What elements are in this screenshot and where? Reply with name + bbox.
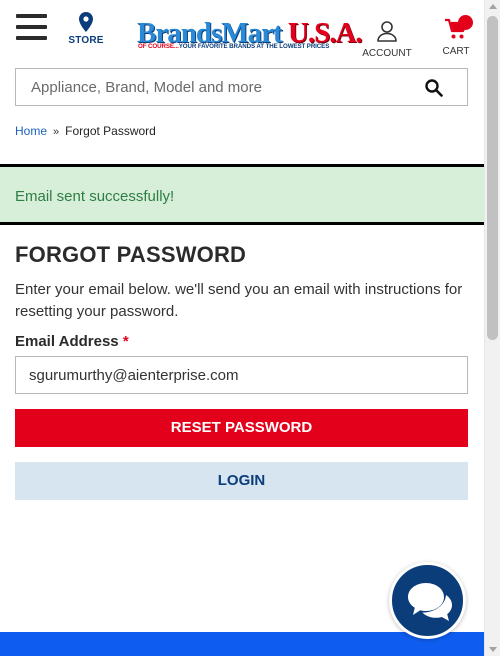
account-label: ACCOUNT	[362, 48, 412, 59]
logo-tagline: OF COURSE...YOUR FAVORITE BRANDS AT THE …	[138, 43, 329, 50]
scrollbar-thumb[interactable]	[487, 16, 498, 340]
menu-bar	[16, 36, 47, 40]
brandsmart-logo[interactable]: BrandsMart U.S.A. OF COURSE...YOUR FAVOR…	[137, 18, 363, 54]
search-icon[interactable]	[425, 79, 443, 97]
site-header: STORE BrandsMart U.S.A. OF COURSE...YOUR…	[0, 0, 484, 66]
store-locator-button[interactable]: STORE	[66, 12, 106, 52]
breadcrumb: Home » Forgot Password	[15, 124, 156, 138]
menu-bar	[16, 14, 47, 18]
required-marker: *	[122, 333, 129, 350]
email-field[interactable]	[15, 356, 468, 394]
cart-badge	[458, 15, 473, 30]
cart-label: CART	[442, 46, 470, 57]
menu-bar	[16, 25, 47, 29]
hamburger-menu-icon[interactable]	[16, 14, 47, 40]
scroll-up-arrow-icon[interactable]	[489, 4, 497, 9]
breadcrumb-separator: »	[53, 126, 60, 138]
search-input[interactable]	[16, 69, 416, 105]
map-pin-icon	[79, 12, 93, 32]
success-message: Email sent successfully!	[15, 188, 175, 205]
vertical-scrollbar[interactable]	[484, 0, 500, 656]
email-label-text: Email Address	[15, 333, 119, 350]
logo-tagline-blue: YOUR FAVORITE BRANDS AT THE LOWEST PRICE…	[178, 43, 330, 50]
search-icon-glyph	[425, 79, 443, 97]
login-button[interactable]: LOGIN	[15, 462, 468, 500]
forgot-password-form: FORGOT PASSWORD Enter your email below. …	[15, 241, 468, 500]
breadcrumb-home-link[interactable]: Home	[15, 124, 47, 138]
email-label: Email Address *	[15, 333, 468, 350]
store-label: STORE	[68, 35, 104, 46]
form-description: Enter your email below. we'll send you a…	[15, 281, 463, 320]
logo-tagline-red: OF COURSE...	[138, 43, 179, 50]
cart-button[interactable]: CART	[438, 15, 474, 57]
chat-bubbles-icon	[408, 583, 452, 621]
reset-password-button[interactable]: RESET PASSWORD	[15, 409, 468, 447]
user-icon	[377, 21, 397, 42]
chat-button[interactable]	[389, 562, 466, 639]
scroll-down-arrow-icon[interactable]	[489, 647, 497, 652]
success-alert: Email sent successfully!	[0, 164, 484, 225]
page-title: FORGOT PASSWORD	[15, 242, 247, 267]
account-button[interactable]: ACCOUNT	[360, 20, 414, 59]
breadcrumb-current: Forgot Password	[65, 124, 156, 138]
search-bar	[15, 68, 468, 106]
